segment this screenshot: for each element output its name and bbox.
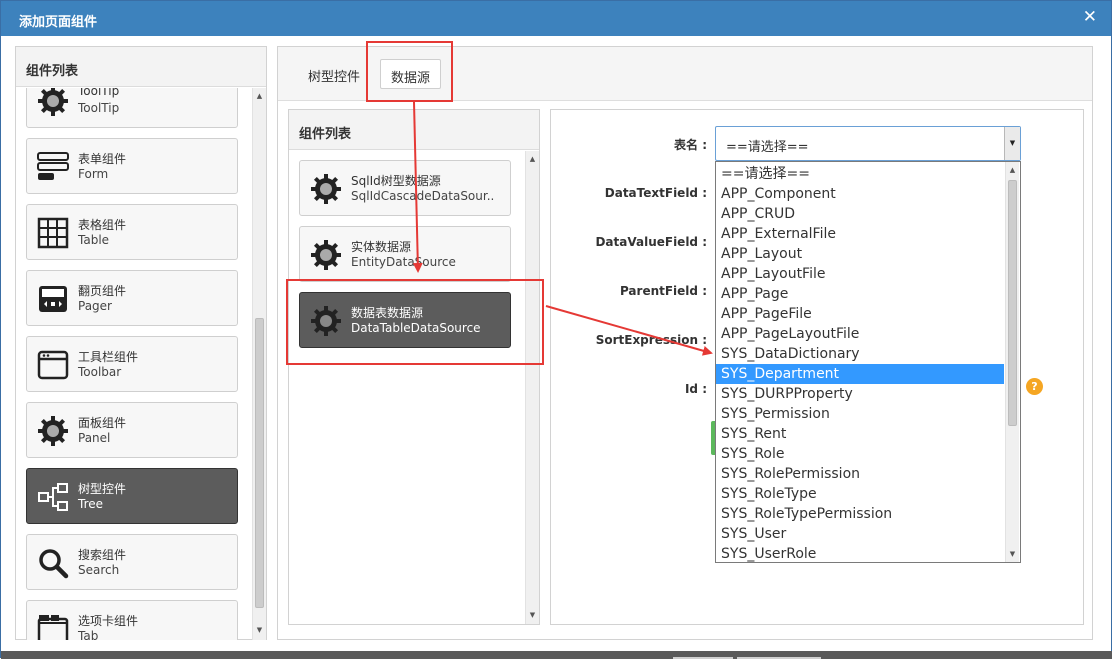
annotation-arrows [412,101,713,356]
arrow-tab-to-item [412,101,423,273]
add-page-component-dialog: 添加页面组件 ✕ 组件列表 ToolTip ToolTip 表单组件 Form … [0,0,1112,659]
arrow-item-to-option [545,305,713,356]
